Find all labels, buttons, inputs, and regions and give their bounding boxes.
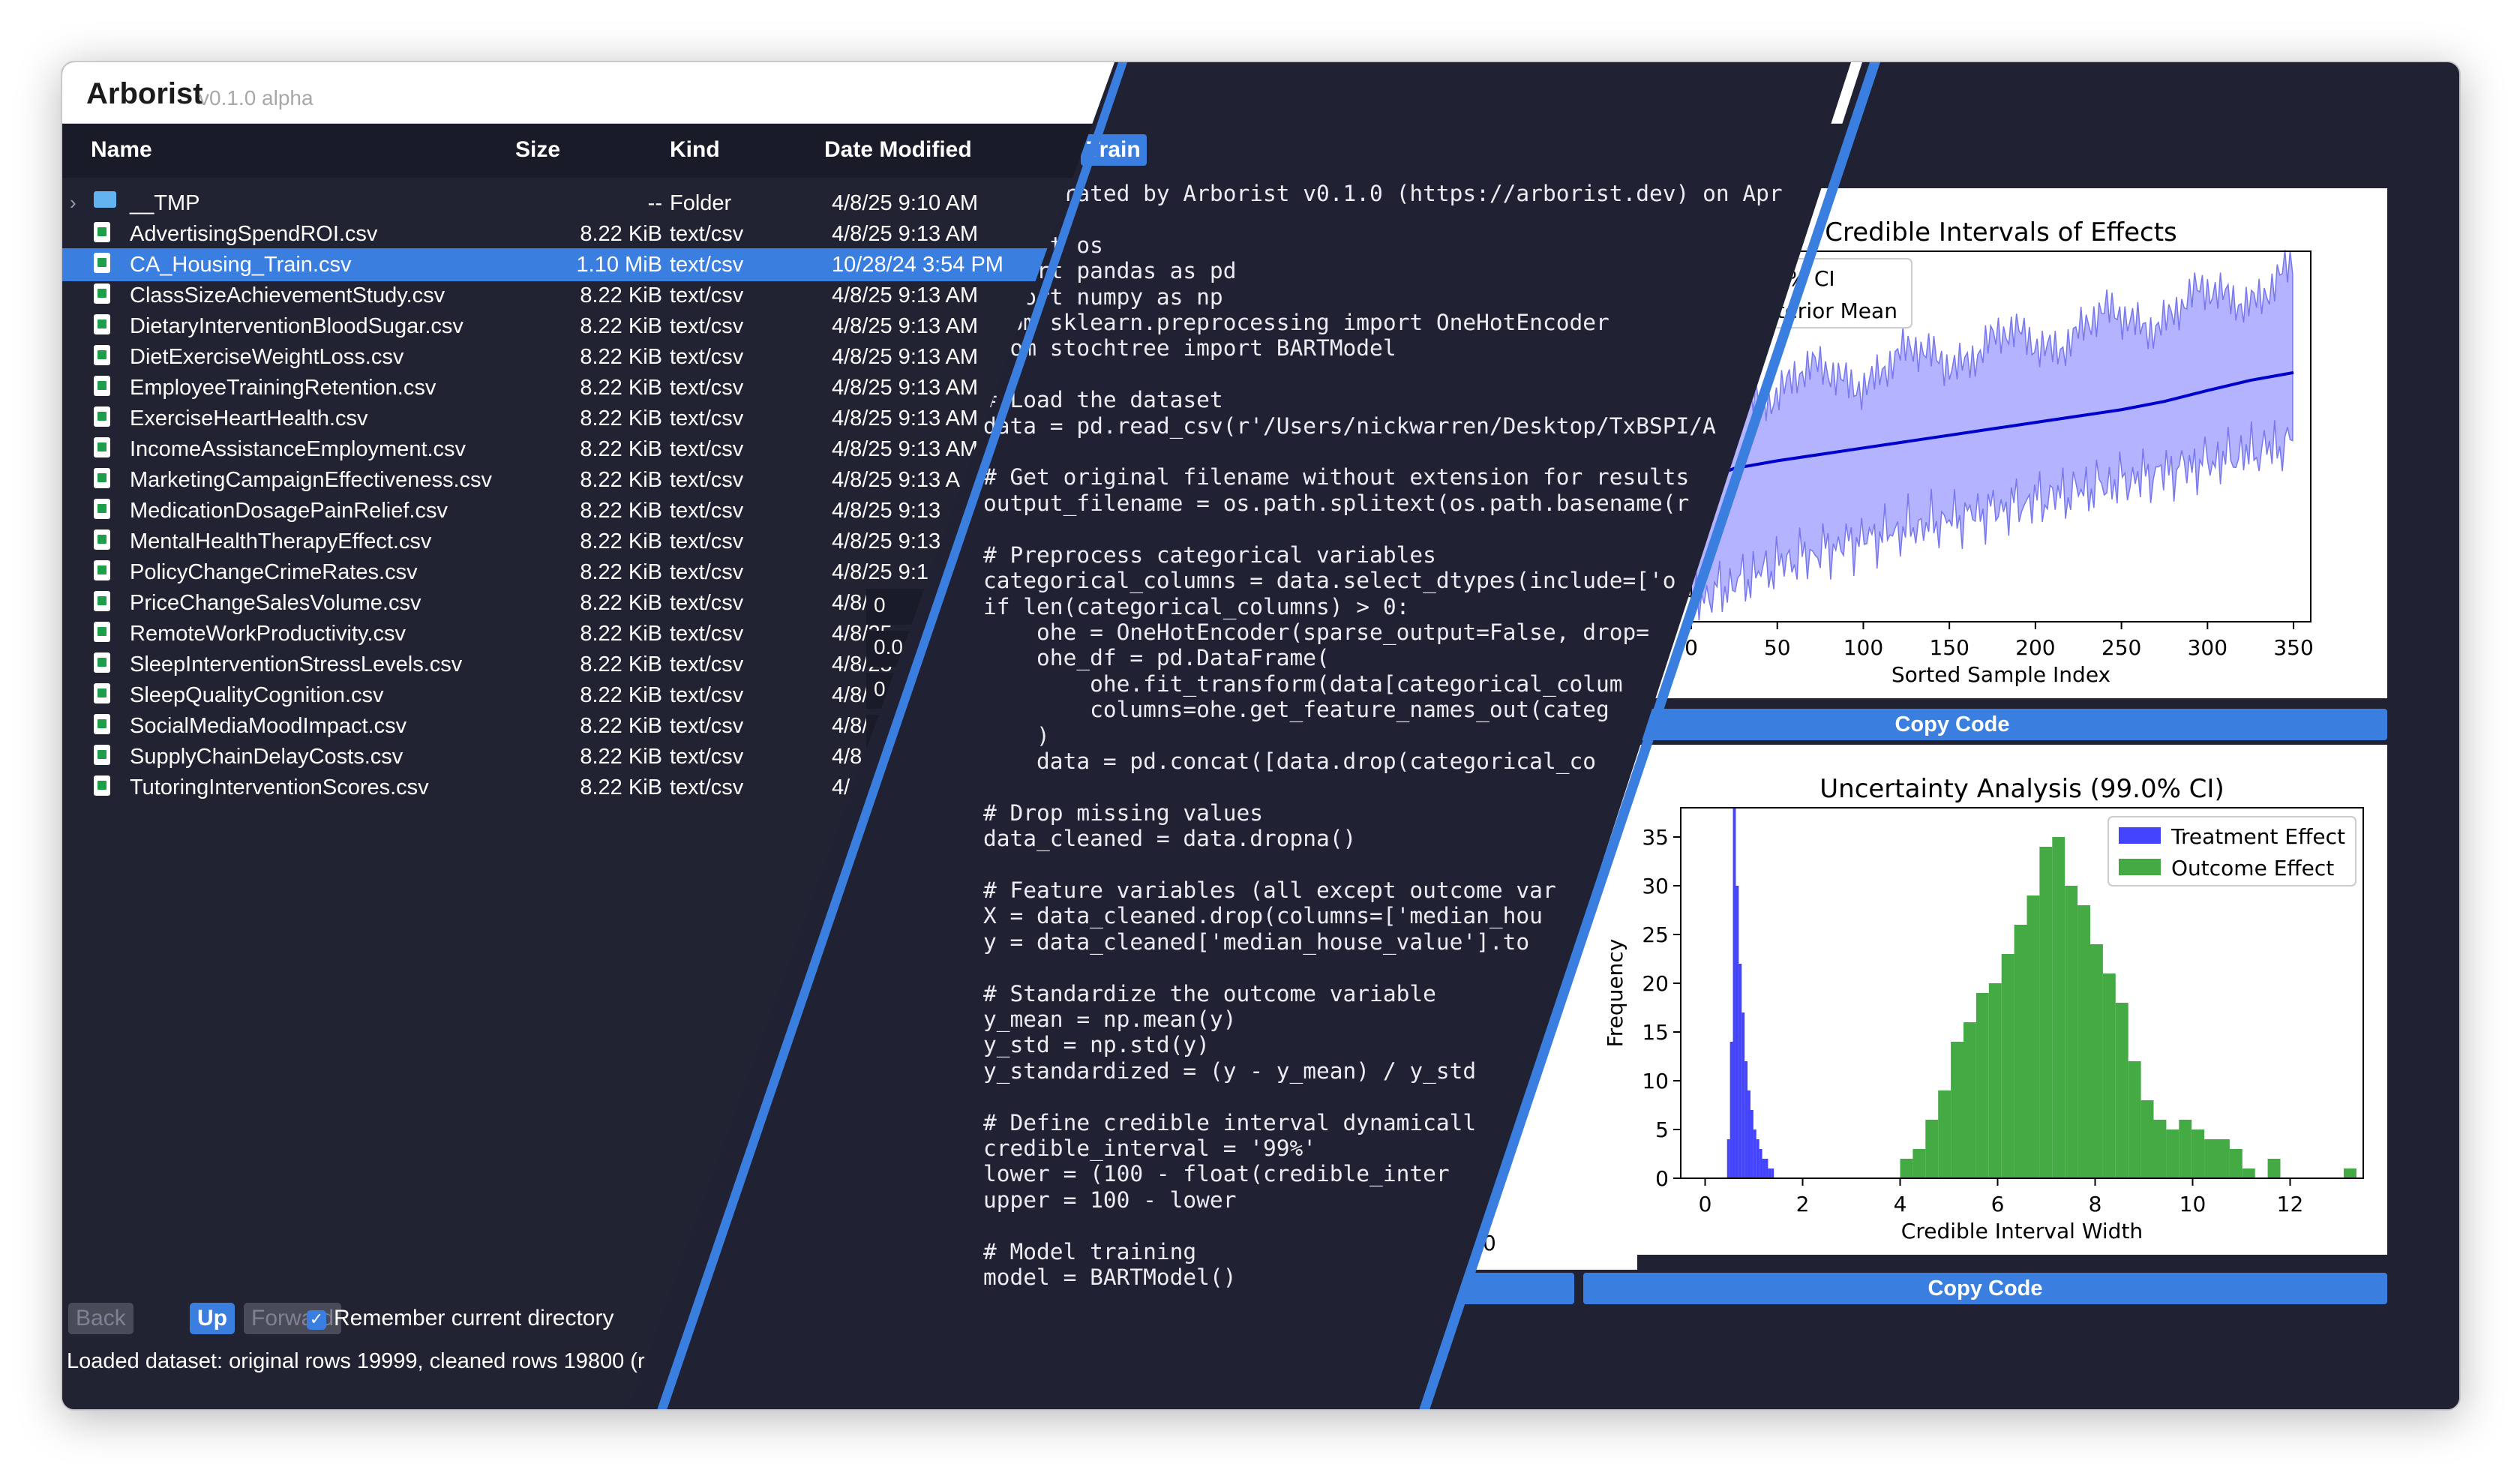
app-window: Arborist v0.1.0 alpha — □ ✕ Name Size Ki… <box>61 61 2461 1411</box>
divider-stripe-right <box>1419 62 1880 1409</box>
divider-stripe-left <box>657 62 1127 1409</box>
divider-stripes <box>657 62 1880 1409</box>
